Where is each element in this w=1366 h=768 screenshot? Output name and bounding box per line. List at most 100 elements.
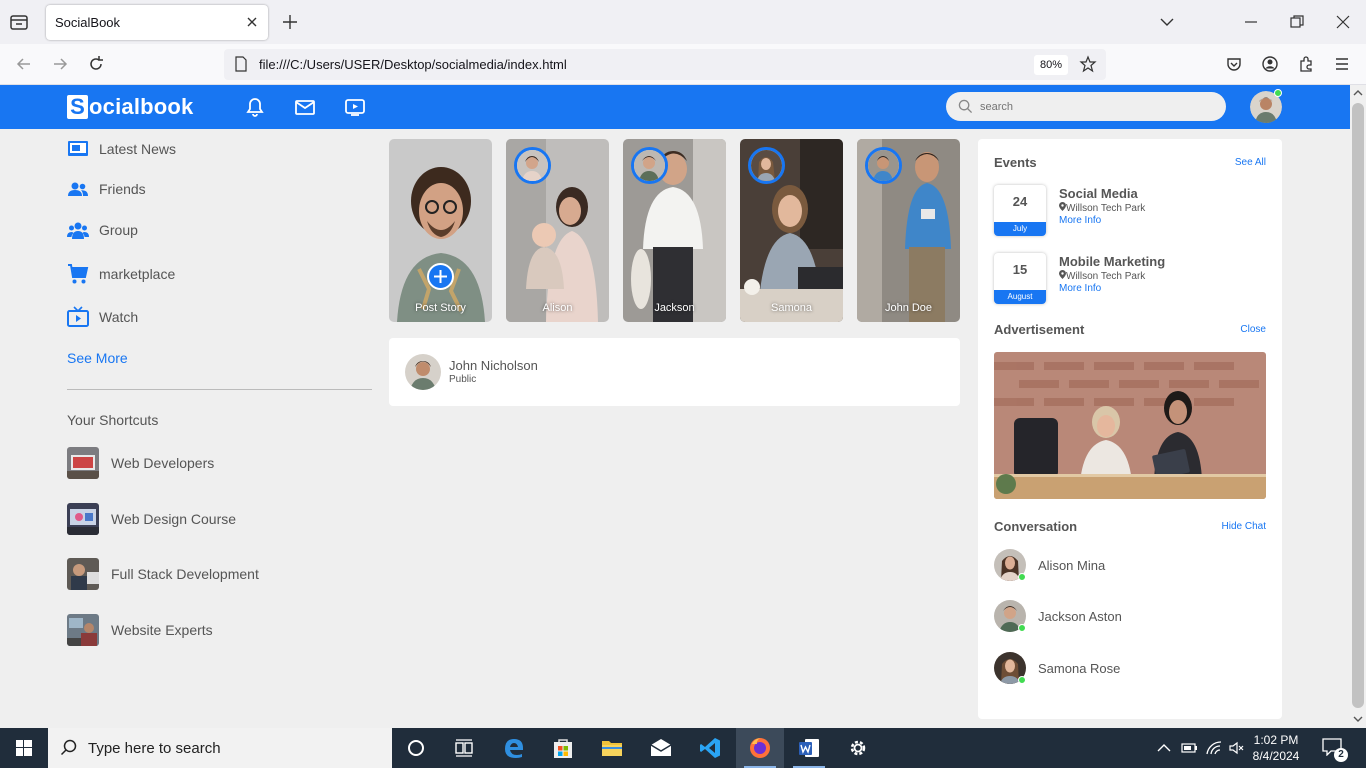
tv-icon	[67, 306, 89, 327]
online-status-dot	[1274, 89, 1282, 97]
taskbar-app-file-explorer[interactable]	[588, 728, 636, 768]
bookmark-star-icon[interactable]	[1079, 55, 1097, 73]
contact-item[interactable]: Jackson Aston	[994, 600, 1122, 632]
see-more-link[interactable]: See More	[67, 350, 128, 366]
sidebar-item-latest-news[interactable]: Latest News	[67, 137, 176, 161]
taskbar-app-store[interactable]	[539, 728, 587, 768]
battery-icon[interactable]	[1180, 740, 1198, 756]
event-more-info-link[interactable]: More Info	[1059, 215, 1101, 226]
forward-icon[interactable]	[50, 54, 70, 74]
add-story-button[interactable]	[427, 263, 454, 290]
story-image	[389, 139, 492, 322]
restore-icon[interactable]	[1287, 12, 1307, 32]
close-tab-icon[interactable]	[244, 14, 260, 30]
contact-name: Jackson Aston	[1038, 608, 1122, 624]
post-visibility[interactable]: Public	[449, 374, 476, 385]
event-location-text: Willson Tech Park	[1066, 271, 1146, 282]
contact-avatar	[994, 652, 1026, 684]
sidebar-item-label: Latest News	[99, 141, 177, 157]
zoom-level-button[interactable]: 80%	[1034, 55, 1068, 75]
shortcut-website-experts[interactable]: Website Experts	[67, 614, 213, 646]
shortcut-web-developers[interactable]: Web Developers	[67, 447, 214, 479]
story-card-samona[interactable]: Samona	[740, 139, 843, 322]
plus-icon	[434, 270, 447, 283]
group-icon	[67, 222, 89, 239]
story-avatar	[514, 147, 551, 184]
menu-icon[interactable]	[1332, 54, 1352, 74]
hide-chat-link[interactable]: Hide Chat	[1222, 521, 1266, 532]
video-icon[interactable]	[343, 95, 367, 119]
address-bar[interactable]: file:///C:/Users/USER/Desktop/socialmedi…	[224, 49, 1106, 80]
system-clock[interactable]: 1:02 PM 8/4/2024	[1240, 732, 1312, 764]
inbox-mail-icon[interactable]	[293, 95, 317, 119]
contact-name: Alison Mina	[1038, 557, 1106, 573]
browser-tab[interactable]: SocialBook	[46, 5, 268, 40]
reload-icon[interactable]	[86, 54, 106, 74]
contact-name: Samona Rose	[1038, 660, 1121, 676]
sidebar-item-friends[interactable]: Friends	[67, 177, 146, 201]
cortana-button[interactable]	[392, 728, 440, 768]
taskbar-app-settings[interactable]	[834, 728, 882, 768]
shortcut-label: Website Experts	[111, 622, 213, 638]
shortcut-full-stack-development[interactable]: Full Stack Development	[67, 558, 259, 590]
action-center-button[interactable]: 2	[1322, 738, 1348, 762]
advertisement-image[interactable]	[994, 352, 1266, 499]
sidebar-divider	[67, 389, 372, 390]
new-tab-icon[interactable]	[280, 12, 300, 32]
taskbar-app-word[interactable]	[785, 728, 833, 768]
sidebar-item-marketplace[interactable]: marketplace	[67, 262, 175, 286]
contact-item[interactable]: Samona Rose	[994, 652, 1120, 684]
event-day: 24	[1012, 194, 1028, 209]
minimize-icon[interactable]	[1241, 12, 1261, 32]
tab-overflow-chevron-icon[interactable]	[1157, 12, 1177, 32]
story-card-john-doe[interactable]: John Doe	[857, 139, 960, 322]
notification-bell-icon[interactable]	[243, 95, 267, 119]
start-button[interactable]	[0, 728, 48, 768]
see-all-events-link[interactable]: See All	[1235, 157, 1266, 168]
story-name: Post Story	[415, 302, 466, 314]
create-post-box[interactable]: John Nicholson Public	[389, 338, 960, 406]
shortcut-thumbnail	[67, 447, 99, 479]
event-title: Social Media	[1059, 186, 1138, 201]
taskbar-app-firefox[interactable]	[736, 728, 784, 768]
taskbar-app-mail[interactable]	[637, 728, 685, 768]
story-card-jackson[interactable]: Jackson	[623, 139, 726, 322]
taskbar-app-edge[interactable]	[490, 728, 538, 768]
show-hidden-icons-chevron-icon[interactable]	[1156, 741, 1172, 755]
clock-date: 8/4/2024	[1252, 749, 1300, 763]
event-more-info-link[interactable]: More Info	[1059, 283, 1101, 294]
close-advertisement-link[interactable]: Close	[1240, 324, 1266, 335]
page-scrollbar[interactable]	[1350, 85, 1366, 728]
sidebar-item-group[interactable]: Group	[67, 218, 138, 242]
pocket-icon[interactable]	[1224, 54, 1244, 74]
cart-icon	[68, 264, 89, 284]
taskbar-app-vscode[interactable]	[686, 728, 734, 768]
site-search-box[interactable]	[946, 92, 1226, 121]
scrollbar-thumb[interactable]	[1352, 103, 1364, 708]
story-card-post-story[interactable]: Post Story	[389, 139, 492, 322]
task-view-button[interactable]	[440, 728, 488, 768]
event-location-text: Willson Tech Park	[1066, 203, 1146, 214]
back-icon[interactable]	[14, 54, 34, 74]
extensions-icon[interactable]	[1296, 54, 1316, 74]
wifi-icon[interactable]	[1205, 740, 1223, 756]
sidebar-item-watch[interactable]: Watch	[67, 305, 138, 329]
scroll-up-icon[interactable]	[1353, 88, 1363, 98]
shortcut-web-design-course[interactable]: Web Design Course	[67, 503, 236, 535]
search-input[interactable]	[980, 98, 1210, 115]
user-avatar[interactable]	[1250, 89, 1282, 123]
scroll-down-icon[interactable]	[1353, 714, 1363, 724]
socialbook-logo[interactable]: S ocialbook	[67, 93, 194, 121]
event-location: Willson Tech Park	[1059, 202, 1145, 214]
taskbar-search-box[interactable]: Type here to search	[48, 728, 392, 768]
account-icon[interactable]	[1260, 54, 1280, 74]
site-header: S ocialbook	[0, 85, 1350, 129]
close-window-icon[interactable]	[1333, 12, 1353, 32]
contact-item[interactable]: Alison Mina	[994, 549, 1105, 581]
shortcuts-title: Your Shortcuts	[67, 412, 159, 428]
sidebar-item-label: marketplace	[99, 266, 176, 282]
notification-count-badge: 2	[1334, 748, 1348, 762]
story-card-alison[interactable]: Alison	[506, 139, 609, 322]
tab-list-icon[interactable]	[8, 11, 30, 33]
online-status-dot	[1018, 676, 1026, 684]
